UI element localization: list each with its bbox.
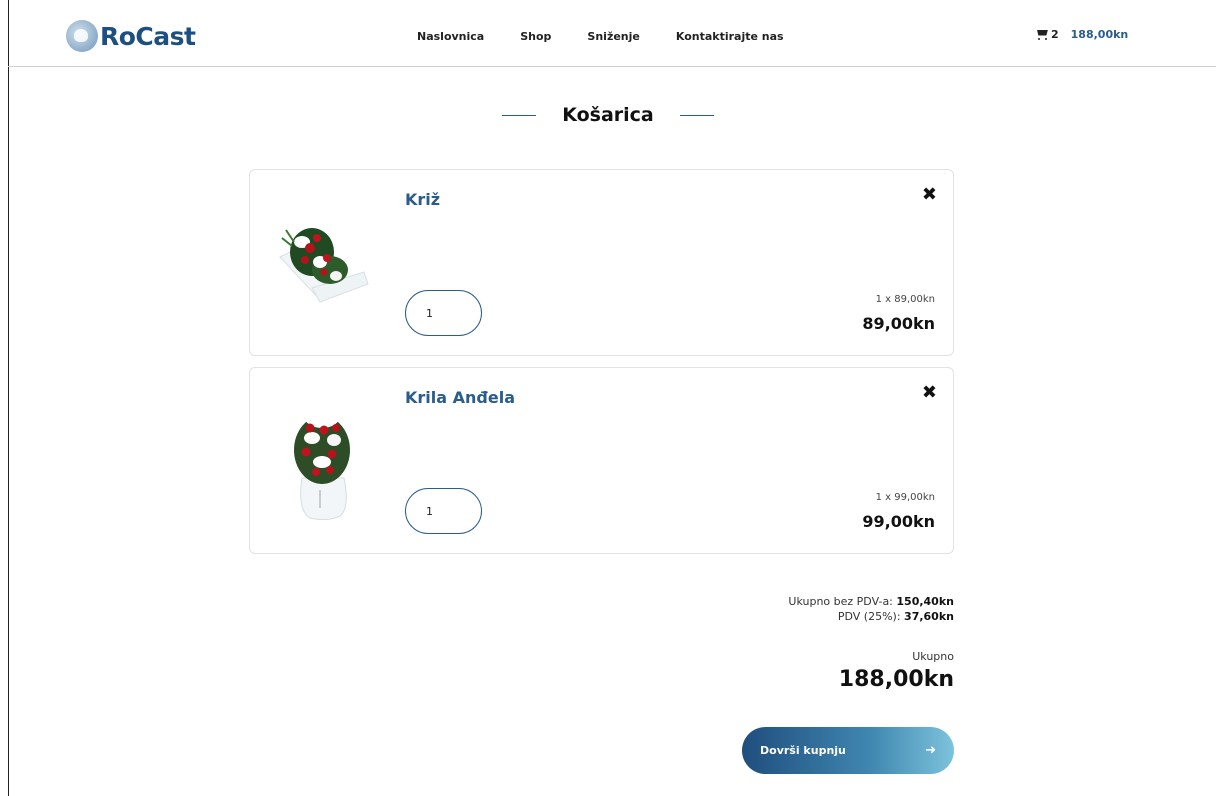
remove-item-button[interactable]: ✖ [922,382,937,403]
main-nav: Naslovnica Shop Sniženje Kontaktirajte n… [417,30,820,43]
quantity-input[interactable] [405,290,482,336]
nav-item-naslovnica[interactable]: Naslovnica [417,30,484,43]
site-header: RoCast Naslovnica Shop Sniženje Kontakti… [8,0,1216,67]
remove-item-button[interactable]: ✖ [922,184,937,205]
subtotal-value: 150,40kn [896,595,954,608]
logo[interactable]: RoCast [66,20,196,52]
cart-item: Križ ✖ 1 x 89,00kn 89,00kn [249,169,954,356]
header-cart[interactable]: 2 188,00kn [1035,28,1128,41]
logo-angel-icon [66,20,98,52]
total-value: 188,00kn [838,667,954,692]
arrow-right-icon: ➜ [925,743,936,758]
nav-item-kontakt[interactable]: Kontaktirajte nas [676,30,784,43]
order-summary: Ukupno bez PDV-a: 150,40kn PDV (25%): 37… [788,594,954,692]
cart-count: 2 [1051,28,1059,41]
subtotal-label: Ukupno bez PDV-a: [788,595,893,608]
cart-total: 188,00kn [1070,28,1129,41]
line-total: 89,00kn [862,314,935,333]
vat-row: PDV (25%): 37,60kn [788,609,954,624]
page-title: Košarica [562,104,654,126]
product-image-krila-andela[interactable] [272,400,372,520]
logo-text: RoCast [100,21,196,51]
unit-price-line: 1 x 99,00kn [875,492,935,503]
vat-value: 37,60kn [904,610,954,623]
page-title-wrap: Košarica [0,104,1216,126]
checkout-label: Dovrši kupnju [760,744,846,757]
quantity-input[interactable] [405,488,482,534]
vat-label: PDV (25%): [837,610,901,623]
product-name[interactable]: Križ [405,190,440,209]
cart-icon [1035,29,1049,41]
title-divider-left [502,114,537,116]
checkout-button[interactable]: Dovrši kupnju ➜ [742,727,954,774]
line-total: 99,00kn [862,512,935,531]
cart-item: Krila Anđela ✖ 1 x 99,00kn 99,00kn [249,367,954,554]
nav-item-shop[interactable]: Shop [520,30,551,43]
unit-price-line: 1 x 89,00kn [875,294,935,305]
subtotal-row: Ukupno bez PDV-a: 150,40kn [788,594,954,609]
product-image-kriz[interactable] [272,202,372,322]
total-label: Ukupno [912,650,954,663]
product-name[interactable]: Krila Anđela [405,388,515,407]
title-divider-right [679,114,714,116]
nav-item-snizenje[interactable]: Sniženje [587,30,639,43]
